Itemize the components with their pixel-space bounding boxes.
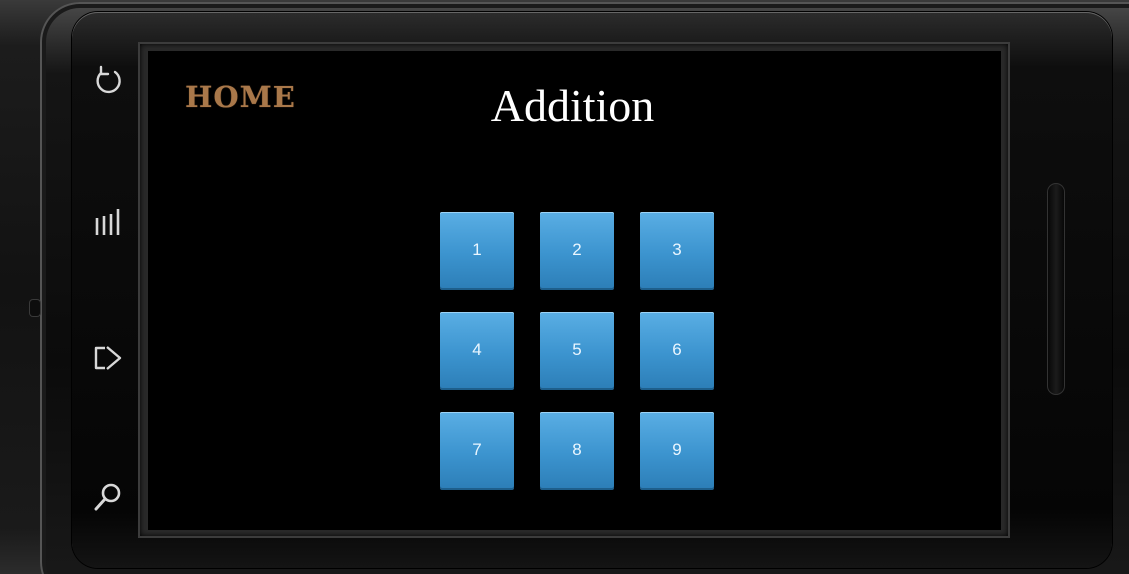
power-button[interactable]	[30, 300, 40, 316]
key-3-button[interactable]: 3	[640, 212, 714, 288]
menu-icon	[90, 205, 126, 241]
key-9-button[interactable]: 9	[640, 412, 714, 488]
key-7-button[interactable]: 7	[440, 412, 514, 488]
search-button[interactable]	[86, 475, 130, 519]
home-button[interactable]	[86, 336, 130, 380]
menu-button[interactable]	[86, 201, 130, 245]
page-title-text: Addition	[490, 80, 655, 131]
key-8-button[interactable]: 8	[540, 412, 614, 488]
page-title: Addition	[148, 83, 1001, 129]
number-keypad: 1 2 3 4 5 6 7 8 9	[440, 212, 716, 490]
key-5-button[interactable]: 5	[540, 312, 614, 388]
search-icon	[90, 479, 126, 515]
key-1-button[interactable]: 1	[440, 212, 514, 288]
app-screen: HOME Addition 1 2 3 4 5 6 7 8 9	[148, 51, 1001, 530]
home-icon	[90, 340, 126, 376]
back-button[interactable]	[86, 60, 130, 104]
phone-device: HOME Addition 1 2 3 4 5 6 7 8 9	[0, 0, 1129, 574]
speaker-grille	[1047, 183, 1065, 395]
back-icon	[90, 64, 126, 100]
key-4-button[interactable]: 4	[440, 312, 514, 388]
key-6-button[interactable]: 6	[640, 312, 714, 388]
key-2-button[interactable]: 2	[540, 212, 614, 288]
hardware-keys	[78, 40, 138, 540]
